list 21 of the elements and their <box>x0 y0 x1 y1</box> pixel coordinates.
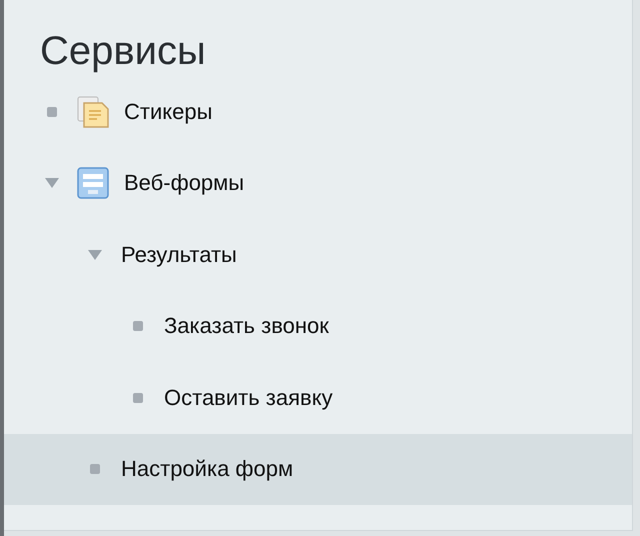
tree-item[interactable]: Веб-формы <box>4 148 632 219</box>
sticky-note-icon <box>76 94 110 129</box>
bullet-icon <box>133 321 143 332</box>
tree-item[interactable]: Стикеры <box>4 76 632 148</box>
bullet-icon <box>90 464 100 474</box>
tree-item[interactable]: Оставить заявку <box>4 362 632 434</box>
form-icon <box>76 166 110 200</box>
item-label: Стикеры <box>124 98 212 125</box>
bullet-icon <box>47 106 57 117</box>
tree-item[interactable]: Результаты <box>4 219 632 290</box>
item-label: Заказать звонок <box>164 313 329 340</box>
item-label: Настройка форм <box>121 456 294 482</box>
expanded-arrow-icon[interactable] <box>44 177 60 190</box>
tree-item[interactable]: Заказать звонок <box>4 290 632 362</box>
tree-item[interactable]: Настройка форм <box>4 434 632 505</box>
expanded-arrow-icon[interactable] <box>87 248 103 261</box>
section-title: Сервисы <box>39 28 207 75</box>
item-label: Веб-формы <box>124 170 244 196</box>
item-label: Результаты <box>121 242 237 268</box>
item-label: Оставить заявку <box>164 384 333 411</box>
bullet-icon <box>133 392 143 403</box>
